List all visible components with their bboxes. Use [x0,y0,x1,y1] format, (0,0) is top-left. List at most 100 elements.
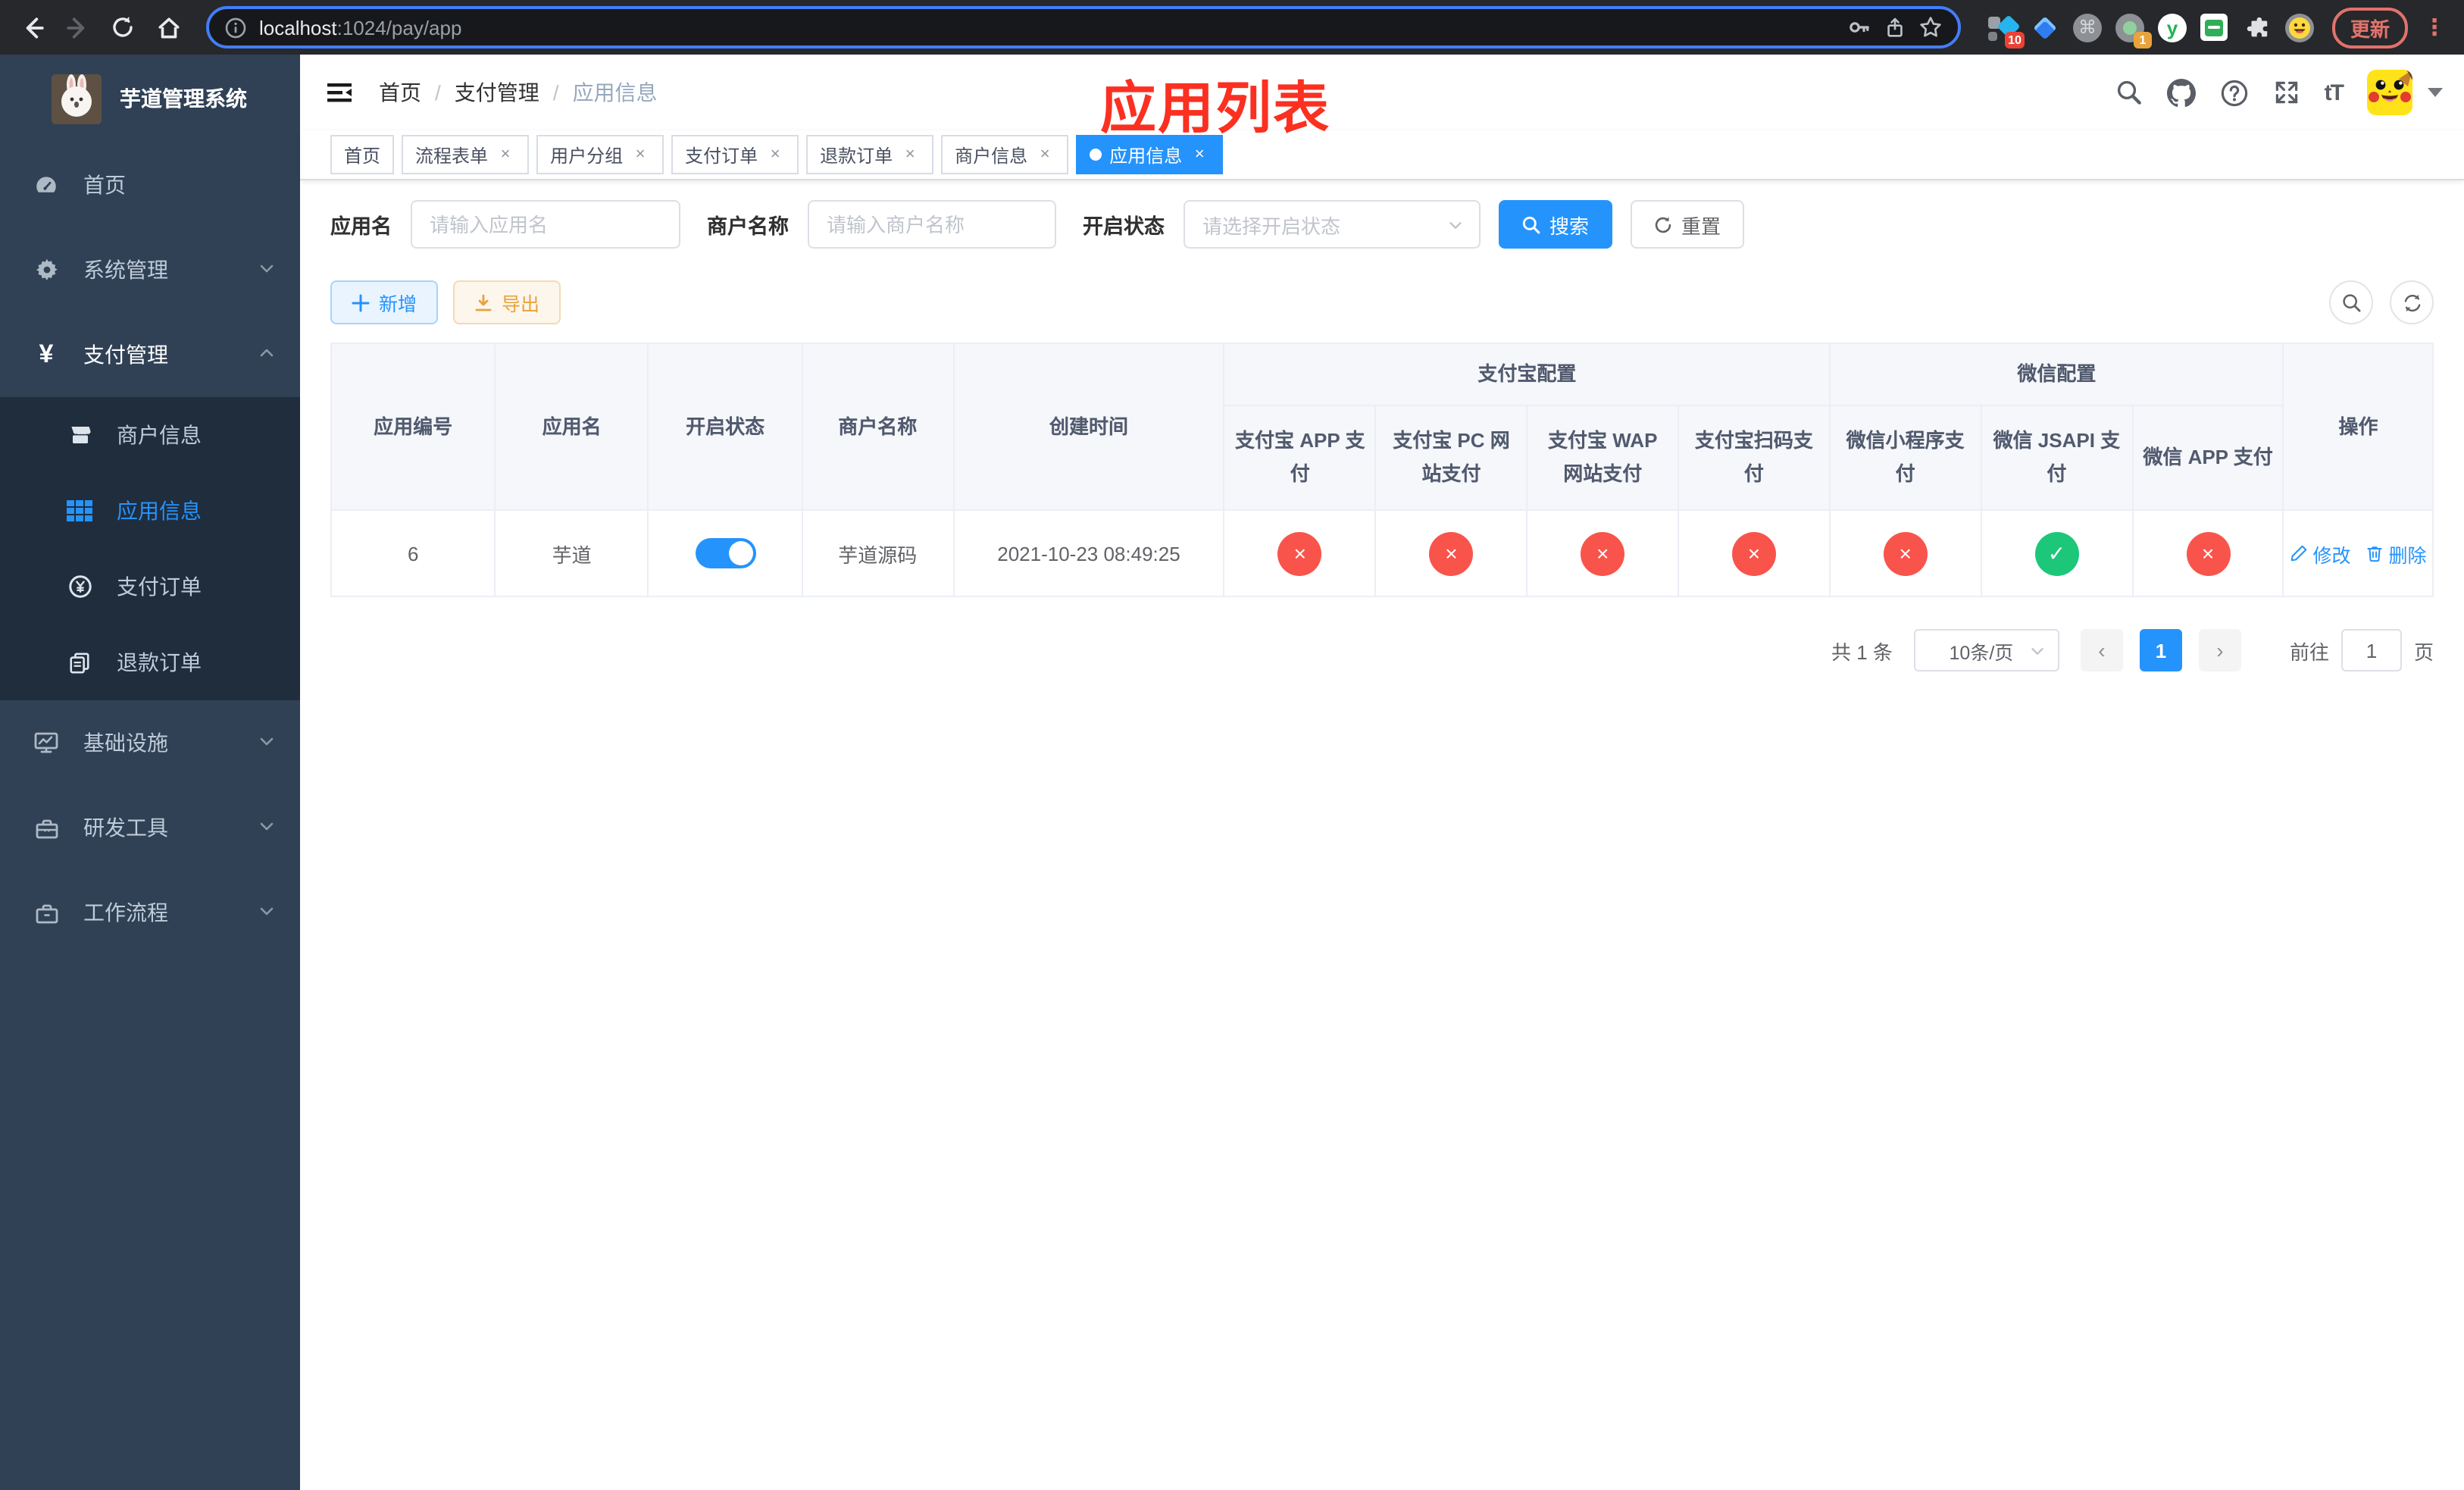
show-search-toggle-button[interactable] [2329,280,2373,324]
sidebar-item-merchant-info[interactable]: 商户信息 [0,397,300,473]
group-wechat-config: 微信配置 [1828,343,2284,406]
extensions-area: 10 ⌘ 1 y [1979,13,2323,48]
app-logo [52,74,102,124]
sidebar-item-label: 支付订单 [117,574,202,599]
search-button[interactable]: 搜索 [1498,200,1612,249]
yudao-extension-icon[interactable]: y [2157,13,2187,42]
info-icon[interactable] [224,16,247,39]
col-wechat-mini: 微信小程序支付 [1828,405,1982,511]
col-actions: 操作 [2282,343,2434,511]
sidebar-item-devtools[interactable]: 研发工具 [0,785,300,870]
sidebar-item-pay[interactable]: ¥ 支付管理 [0,312,300,397]
extension-badge: 1 [2133,31,2152,48]
sidebar-item-pay-order[interactable]: 支付订单 [0,549,300,624]
sidebar-collapse-icon[interactable] [324,77,367,108]
yen-circle-icon [67,574,92,599]
breadcrumb-home[interactable]: 首页 [379,77,421,108]
filter-form: 应用名 商户名称 开启状态 请选择开启状态 搜索 重置 [330,200,2434,249]
tab-process-form[interactable]: 流程表单 [402,135,530,174]
status-select[interactable]: 请选择开启状态 [1183,200,1480,249]
toolbox-icon [33,816,59,839]
search-icon[interactable] [2115,79,2143,106]
home-icon[interactable] [149,8,188,47]
col-wechat-jsapi: 微信 JSAPI 支付 [1980,405,2134,511]
sidebar-item-system[interactable]: 系统管理 [0,227,300,312]
edit-pencil-icon [2291,545,2307,562]
url-text: localhost:1024/pay/app [259,16,462,39]
delete-link[interactable]: 删除 [2366,539,2427,568]
help-icon[interactable] [2220,78,2249,107]
chrome-update-button[interactable]: 更新 [2331,7,2408,48]
close-icon[interactable] [496,145,515,164]
chevron-down-icon [258,900,276,925]
tampermonkey-extension-icon[interactable]: 10 [1987,13,2025,48]
app-logo-row[interactable]: 芋道管理系统 [0,55,300,139]
close-icon[interactable] [1035,145,1055,164]
browser-profile-avatar[interactable] [2284,13,2314,42]
sidebar-item-home[interactable]: 首页 [0,142,300,227]
sidebar-item-label: 退款订单 [117,650,202,675]
col-alipay-pc: 支付宝 PC 网站支付 [1374,405,1528,511]
address-bar[interactable]: localhost:1024/pay/app [206,6,1961,49]
bookmark-star-icon[interactable] [1918,15,1943,39]
sidebar-item-workflow[interactable]: 工作流程 [0,870,300,955]
reload-icon[interactable] [103,8,142,47]
page-content: 应用名 商户名称 开启状态 请选择开启状态 搜索 重置 [300,180,2464,1490]
dashboard-icon [33,172,59,198]
back-icon[interactable] [12,8,52,47]
sidebar-item-app-info[interactable]: 应用信息 [0,473,300,549]
password-key-icon[interactable] [1847,15,1871,39]
page-size-select[interactable]: 10条/页 [1913,629,2059,671]
status-toggle[interactable] [695,538,756,568]
goto-page-input[interactable] [2340,629,2402,671]
refresh-table-button[interactable] [2390,280,2434,324]
close-icon[interactable] [900,145,920,164]
edit-link[interactable]: 修改 [2290,539,2350,568]
col-created: 创建时间 [952,343,1225,511]
browser-toolbar: localhost:1024/pay/app 10 ⌘ 1 y 更新 ⋮ [0,0,2464,55]
tab-pay-order[interactable]: 支付订单 [671,135,799,174]
browser-menu-icon[interactable]: ⋮ [2417,14,2452,41]
user-avatar[interactable] [2367,70,2412,115]
close-icon[interactable] [1190,145,1209,164]
github-icon[interactable] [2166,78,2196,107]
alipay-app-status-icon: × [1277,531,1322,575]
next-page-button[interactable] [2198,629,2241,671]
sidebar-item-refund-order[interactable]: 退款订单 [0,624,300,700]
share-icon[interactable] [1884,16,1906,39]
sidebar-menu: 首页 系统管理 ¥ 支付管理 商户信息 应用信息 支付订单 退款订单 基础设施 … [0,142,300,955]
tab-merchant-info[interactable]: 商户信息 [941,135,1069,174]
active-dot [1090,149,1102,161]
prev-page-button[interactable] [2080,629,2123,671]
puzzle-extensions-icon[interactable] [2243,13,2272,42]
page-number-1[interactable]: 1 [2139,629,2182,671]
sidebar-item-label: 首页 [83,173,126,197]
tab-user-group[interactable]: 用户分组 [536,135,664,174]
close-icon[interactable] [765,145,785,164]
download-icon [475,293,492,311]
session-extension-icon[interactable]: 1 [2115,13,2152,48]
merchant-name-input[interactable] [807,200,1055,249]
tab-refund-order[interactable]: 退款订单 [806,135,934,174]
wechat-jsapi-status-icon: ✓ [2034,531,2079,575]
sidebar-item-label: 基础设施 [83,731,168,755]
forward-icon[interactable] [58,8,97,47]
reset-button[interactable]: 重置 [1630,200,1744,249]
close-icon[interactable] [630,145,650,164]
col-alipay-wap: 支付宝 WAP 网站支付 [1526,405,1680,511]
app-name-input[interactable] [410,200,680,249]
command-extension-icon[interactable]: ⌘ [2072,13,2102,42]
fullscreen-icon[interactable] [2273,79,2300,106]
breadcrumb-pay[interactable]: 支付管理 [455,77,539,108]
chat-extension-icon[interactable] [2200,13,2229,42]
gem-extension-icon[interactable] [2031,13,2059,42]
export-button[interactable]: 导出 [453,280,561,324]
pagination: 共 1 条 10条/页 1 前往 页 [330,629,2434,671]
avatar-caret-icon[interactable] [2428,88,2443,97]
font-size-icon[interactable]: tT [2325,80,2344,105]
tab-home[interactable]: 首页 [330,135,395,174]
storefront-icon [67,423,92,447]
chevron-down-icon [258,731,276,755]
add-button[interactable]: 新增 [330,280,439,324]
sidebar-item-infra[interactable]: 基础设施 [0,700,300,785]
